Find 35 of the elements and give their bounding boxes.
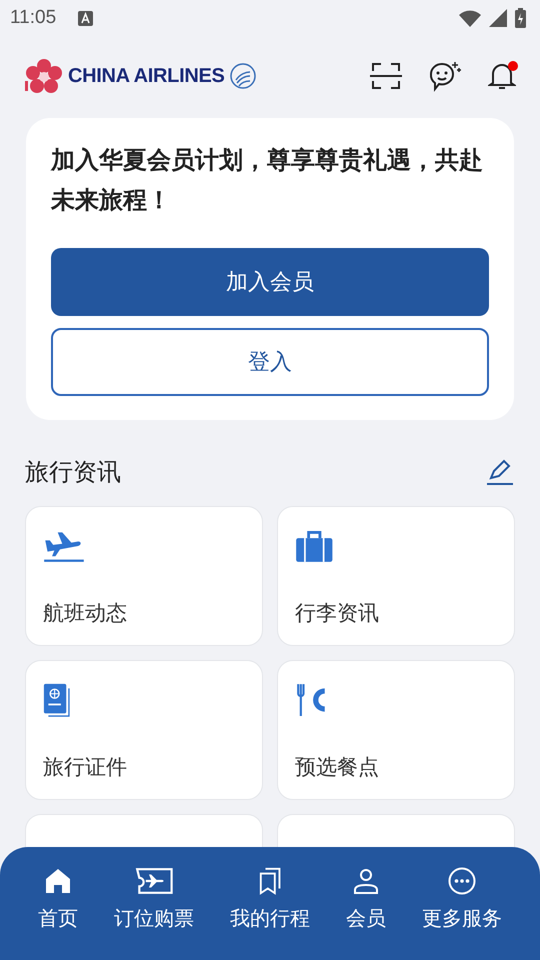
alliance-emblem-icon (228, 62, 257, 90)
plum-blossom-logo-icon (24, 59, 64, 93)
chat-bot-icon[interactable] (428, 60, 462, 92)
more-icon (448, 867, 476, 895)
signal-icon (489, 9, 507, 27)
nav-tab[interactable]: 更多服务 (416, 847, 508, 960)
login-button[interactable]: 登入 (51, 328, 489, 396)
bookmarks-icon (258, 867, 282, 895)
home-icon (44, 867, 72, 895)
ticket-icon (134, 867, 174, 895)
status-time: 11:05 (10, 7, 56, 29)
suitcase-icon (295, 529, 334, 563)
section-title: 旅行资讯 (25, 457, 121, 488)
service-tile[interactable]: 航班动态 (25, 506, 263, 646)
passport-icon (43, 683, 72, 717)
edit-icon[interactable] (486, 459, 514, 485)
nav-tab[interactable]: 会员 (340, 847, 392, 960)
service-tile[interactable] (277, 814, 515, 847)
join-member-button[interactable]: 加入会员 (51, 248, 489, 316)
notification-bell-icon[interactable] (488, 61, 516, 91)
service-tile[interactable]: 预选餐点 (277, 660, 515, 800)
nav-tab[interactable]: 订位购票 (108, 847, 200, 960)
battery-icon (515, 8, 526, 28)
fork-plate-icon (295, 683, 327, 717)
membership-message: 加入华夏会员计划，尊享尊贵礼遇，共赴未来旅程！ (51, 145, 484, 216)
airline-logo-text: CHINA AIRLINES (68, 64, 225, 88)
person-icon (352, 867, 380, 895)
nav-tab[interactable]: 我的行程 (224, 847, 316, 960)
wifi-icon (459, 10, 481, 26)
service-tile[interactable] (25, 814, 263, 847)
scan-icon[interactable] (370, 62, 402, 90)
keyboard-notification-icon (78, 10, 94, 26)
service-tile[interactable]: 行李资讯 (277, 506, 515, 646)
nav-tab[interactable]: 首页 (32, 847, 84, 960)
service-tile[interactable]: 旅行证件 (25, 660, 263, 800)
